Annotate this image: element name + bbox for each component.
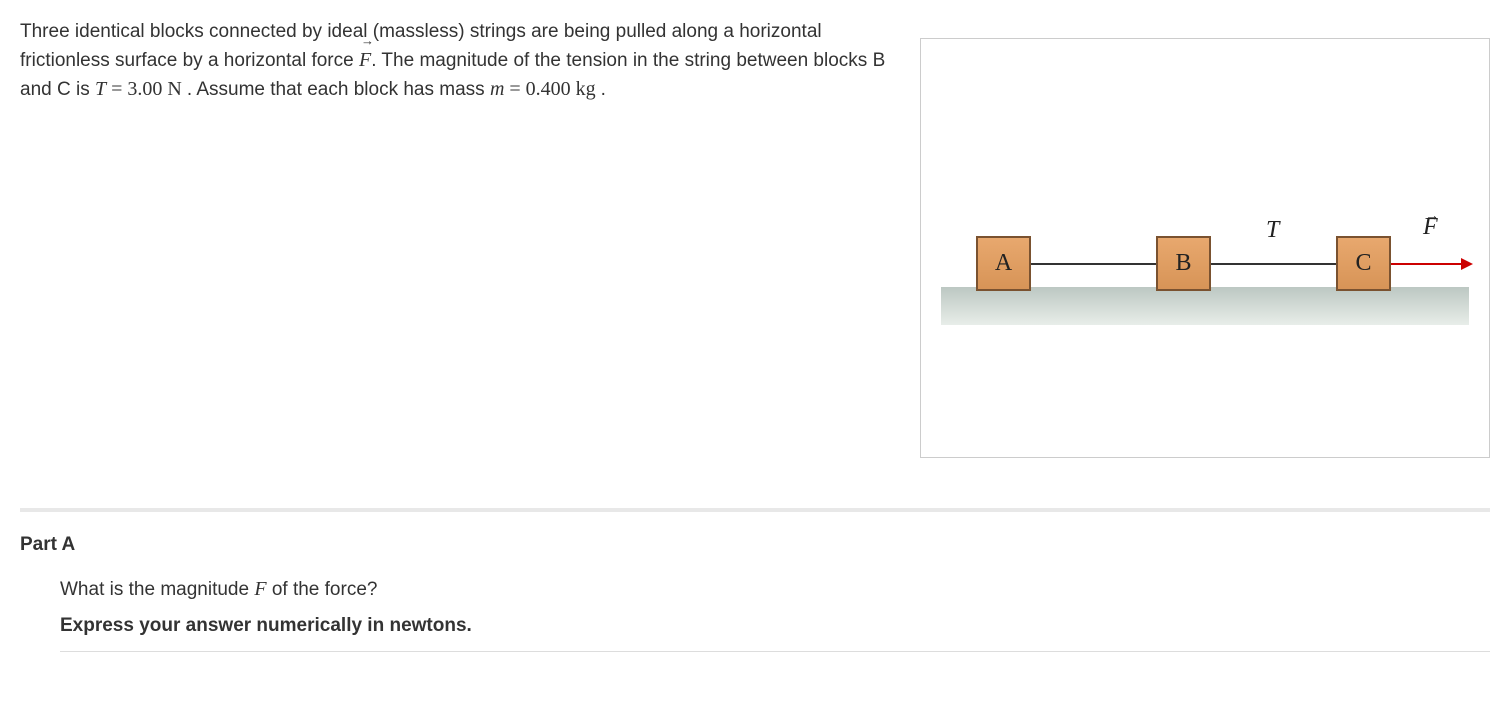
section-divider: [20, 508, 1490, 512]
mass-unit: kg: [571, 78, 601, 100]
tension-value: 3.00: [127, 78, 162, 100]
mass-value: 0.400: [526, 78, 571, 100]
force-arrow: [1391, 263, 1471, 265]
tension-symbol: T: [95, 78, 106, 100]
problem-text-3: . Assume that each block has mass: [187, 79, 490, 100]
problem-text-column: Three identical blocks connected by idea…: [20, 18, 900, 114]
force-vector-arrow-icon: →: [1425, 207, 1439, 223]
question-force-symbol: F: [254, 578, 266, 600]
string-a-b: [1031, 263, 1158, 265]
part-a-content: What is the magnitude F of the force? Ex…: [20, 578, 1490, 652]
part-a-heading: Part A: [20, 534, 1490, 556]
question-text-b: of the force?: [267, 579, 378, 600]
block-b: B: [1156, 236, 1211, 291]
part-a-question: What is the magnitude F of the force?: [60, 578, 1490, 601]
answer-divider: [60, 651, 1490, 652]
problem-statement: Three identical blocks connected by idea…: [20, 18, 900, 104]
ground-surface: [941, 287, 1469, 325]
tension-label: T: [1266, 217, 1279, 244]
block-c: C: [1336, 236, 1391, 291]
question-text-a: What is the magnitude: [60, 579, 254, 600]
equals-2: =: [504, 78, 525, 100]
physics-diagram: A B C T F →: [920, 38, 1490, 458]
string-b-c: [1211, 263, 1338, 265]
problem-container: Three identical blocks connected by idea…: [20, 18, 1490, 458]
tension-unit: N: [162, 78, 186, 100]
equals-1: =: [106, 78, 127, 100]
problem-period: .: [601, 79, 606, 100]
force-vector-symbol: F: [359, 46, 371, 75]
block-a: A: [976, 236, 1031, 291]
mass-symbol: m: [490, 78, 504, 100]
part-a-instruction: Express your answer numerically in newto…: [60, 615, 1490, 637]
